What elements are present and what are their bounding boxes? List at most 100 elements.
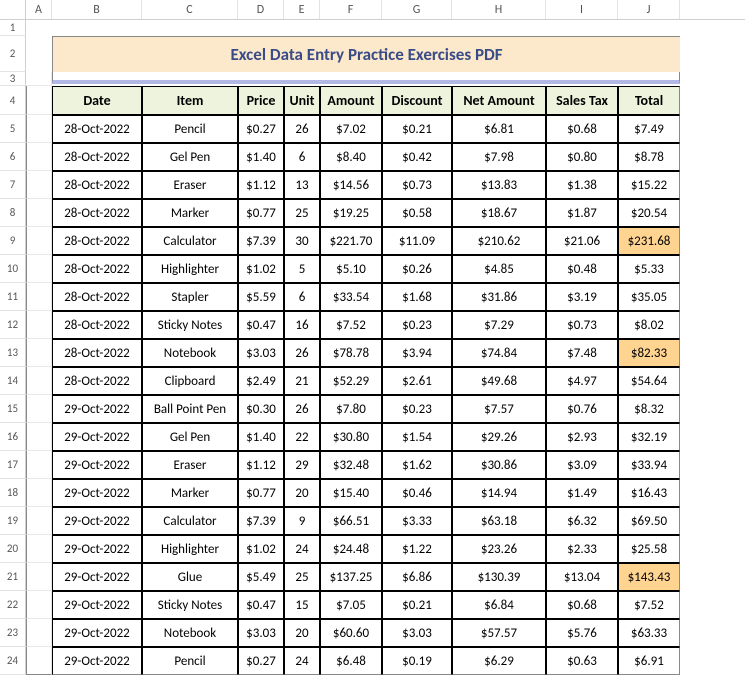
cell-price[interactable]: $3.03 xyxy=(238,619,284,647)
cell-tax[interactable]: $1.38 xyxy=(546,171,618,199)
row-header-7[interactable]: 7 xyxy=(0,171,26,199)
cell-unit[interactable]: 6 xyxy=(284,283,320,311)
cell[interactable] xyxy=(26,86,52,115)
cell-date[interactable]: 28-Oct-2022 xyxy=(52,171,142,199)
cell-amount[interactable]: $7.80 xyxy=(320,395,382,423)
cell-item[interactable]: Gel Pen xyxy=(142,423,238,451)
header-unit[interactable]: Unit xyxy=(284,86,320,115)
cell-tax[interactable]: $3.09 xyxy=(546,451,618,479)
cell-discount[interactable]: $1.54 xyxy=(382,423,452,451)
cell-net[interactable]: $63.18 xyxy=(452,507,546,535)
cell-total[interactable]: $33.94 xyxy=(618,451,680,479)
cell-date[interactable]: 29-Oct-2022 xyxy=(52,535,142,563)
cell-date[interactable]: 29-Oct-2022 xyxy=(52,563,142,591)
row-header-22[interactable]: 22 xyxy=(0,591,26,619)
cell[interactable] xyxy=(26,563,52,591)
cell-amount[interactable]: $30.80 xyxy=(320,423,382,451)
col-header-f[interactable]: F xyxy=(320,0,382,19)
cell-date[interactable]: 29-Oct-2022 xyxy=(52,479,142,507)
cell-unit[interactable]: 26 xyxy=(284,115,320,143)
cell-amount[interactable]: $7.05 xyxy=(320,591,382,619)
cell-unit[interactable]: 13 xyxy=(284,171,320,199)
cell[interactable] xyxy=(26,171,52,199)
cell-date[interactable]: 28-Oct-2022 xyxy=(52,115,142,143)
row-header-10[interactable]: 10 xyxy=(0,255,26,283)
col-header-a[interactable]: A xyxy=(26,0,52,19)
cell-item[interactable]: Highlighter xyxy=(142,255,238,283)
cell-item[interactable]: Notebook xyxy=(142,619,238,647)
cell-amount[interactable]: $33.54 xyxy=(320,283,382,311)
cell-date[interactable]: 28-Oct-2022 xyxy=(52,199,142,227)
cell-discount[interactable]: $3.03 xyxy=(382,619,452,647)
cell-tax[interactable]: $0.68 xyxy=(546,591,618,619)
cell-item[interactable]: Marker xyxy=(142,199,238,227)
cell-net[interactable]: $13.83 xyxy=(452,171,546,199)
cell-unit[interactable]: 24 xyxy=(284,535,320,563)
row-header-9[interactable]: 9 xyxy=(0,227,26,255)
cell-tax[interactable]: $1.87 xyxy=(546,199,618,227)
cell-amount[interactable]: $19.25 xyxy=(320,199,382,227)
cell-amount[interactable]: $66.51 xyxy=(320,507,382,535)
cell-date[interactable]: 28-Oct-2022 xyxy=(52,227,142,255)
row-header-19[interactable]: 19 xyxy=(0,507,26,535)
cell-total[interactable]: $54.64 xyxy=(618,367,680,395)
cell[interactable] xyxy=(26,395,52,423)
cell-discount[interactable]: $0.26 xyxy=(382,255,452,283)
cell-amount[interactable]: $52.29 xyxy=(320,367,382,395)
cell-total[interactable]: $143.43 xyxy=(618,563,680,591)
cell-price[interactable]: $1.40 xyxy=(238,423,284,451)
header-total[interactable]: Total xyxy=(618,86,680,115)
cell-date[interactable]: 28-Oct-2022 xyxy=(52,367,142,395)
cell-price[interactable]: $2.49 xyxy=(238,367,284,395)
header-sales-tax[interactable]: Sales Tax xyxy=(546,86,618,115)
cell-price[interactable]: $0.77 xyxy=(238,199,284,227)
cell-item[interactable]: Marker xyxy=(142,479,238,507)
cell-item[interactable]: Clipboard xyxy=(142,367,238,395)
cell-total[interactable]: $69.50 xyxy=(618,507,680,535)
cell-total[interactable]: $16.43 xyxy=(618,479,680,507)
row-header-4[interactable]: 4 xyxy=(0,86,26,115)
cell-net[interactable]: $31.86 xyxy=(452,283,546,311)
row-header-11[interactable]: 11 xyxy=(0,283,26,311)
cell-discount[interactable]: $0.73 xyxy=(382,171,452,199)
cell-unit[interactable]: 24 xyxy=(284,647,320,675)
cell-date[interactable]: 29-Oct-2022 xyxy=(52,619,142,647)
cell-unit[interactable]: 30 xyxy=(284,227,320,255)
cell-date[interactable]: 29-Oct-2022 xyxy=(52,507,142,535)
cell-total[interactable]: $8.78 xyxy=(618,143,680,171)
row-header-16[interactable]: 16 xyxy=(0,423,26,451)
header-item[interactable]: Item xyxy=(142,86,238,115)
cell-net[interactable]: $6.84 xyxy=(452,591,546,619)
row-header-14[interactable]: 14 xyxy=(0,367,26,395)
cell-discount[interactable]: $1.22 xyxy=(382,535,452,563)
cell-item[interactable]: Notebook xyxy=(142,339,238,367)
cell-amount[interactable]: $137.25 xyxy=(320,563,382,591)
cell-date[interactable]: 29-Oct-2022 xyxy=(52,647,142,675)
col-header-j[interactable]: J xyxy=(618,0,680,19)
header-price[interactable]: Price xyxy=(238,86,284,115)
row-header-21[interactable]: 21 xyxy=(0,563,26,591)
cell-amount[interactable]: $8.40 xyxy=(320,143,382,171)
cell-total[interactable]: $231.68 xyxy=(618,227,680,255)
cell-item[interactable]: Sticky Notes xyxy=(142,311,238,339)
cell-unit[interactable]: 26 xyxy=(284,395,320,423)
row-header-8[interactable]: 8 xyxy=(0,199,26,227)
cell-item[interactable]: Sticky Notes xyxy=(142,591,238,619)
cell-discount[interactable]: $6.86 xyxy=(382,563,452,591)
cell-net[interactable]: $210.62 xyxy=(452,227,546,255)
cell-date[interactable]: 29-Oct-2022 xyxy=(52,451,142,479)
cell-item[interactable]: Calculator xyxy=(142,227,238,255)
cell-unit[interactable]: 20 xyxy=(284,619,320,647)
col-header-i[interactable]: I xyxy=(546,0,618,19)
cell[interactable] xyxy=(26,283,52,311)
header-net-amount[interactable]: Net Amount xyxy=(452,86,546,115)
cell-amount[interactable]: $15.40 xyxy=(320,479,382,507)
cell-tax[interactable]: $0.73 xyxy=(546,311,618,339)
cell-net[interactable]: $14.94 xyxy=(452,479,546,507)
cell-net[interactable]: $30.86 xyxy=(452,451,546,479)
cell-net[interactable]: $7.98 xyxy=(452,143,546,171)
cell-net[interactable]: $23.26 xyxy=(452,535,546,563)
cell-price[interactable]: $1.12 xyxy=(238,171,284,199)
cell-unit[interactable]: 29 xyxy=(284,451,320,479)
cell[interactable] xyxy=(26,227,52,255)
